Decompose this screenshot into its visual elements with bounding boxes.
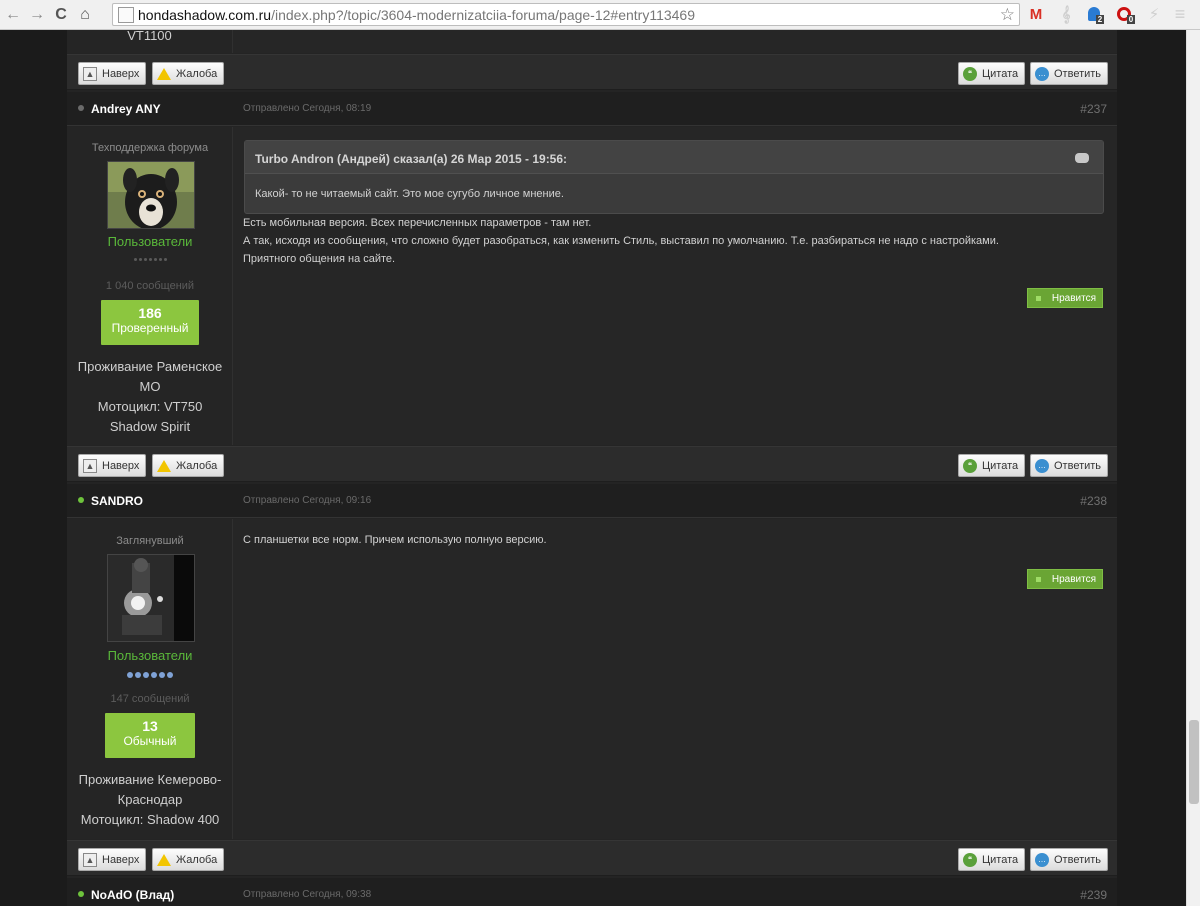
reputation-badge: 13 Обычный xyxy=(105,713,195,758)
online-status-icon xyxy=(78,891,84,897)
top-button[interactable]: ▲ Наверх xyxy=(78,848,147,871)
post-count: 147 сообщений xyxy=(110,693,190,705)
reload-icon[interactable]: C xyxy=(50,4,72,26)
reputation-value: 13 xyxy=(142,718,158,734)
user-title: Заглянувший xyxy=(116,535,184,547)
forward-arrow-icon[interactable]: → xyxy=(26,4,48,26)
post-actions-bar: ▲ Наверх Жалоба ❝ Цитата … Ответить xyxy=(67,446,1117,482)
scrollbar-thumb[interactable] xyxy=(1189,720,1199,804)
music-icon[interactable]: 𝄞 xyxy=(1056,4,1076,24)
post-date: Отправлено Сегодня, 08:19 xyxy=(243,103,372,114)
user-title: Техподдержка форума xyxy=(91,142,209,154)
reputation-badge: 186 Проверенный xyxy=(101,300,199,345)
quote-block: Turbo Andron (Андрей) сказал(а) 26 Мар 2… xyxy=(244,140,1104,214)
user-info: Проживание Раменское МО Мотоцикл: VT750 … xyxy=(77,359,223,434)
reply-button[interactable]: … Ответить xyxy=(1030,454,1109,477)
reply-button[interactable]: … Ответить xyxy=(1030,62,1109,85)
report-button[interactable]: Жалоба xyxy=(152,848,225,871)
browser-toolbar: ← → C ⌂ hondashadow.com.ru/index.php?/to… xyxy=(0,0,1200,30)
user-group: Пользователи xyxy=(107,234,193,249)
avatar[interactable] xyxy=(107,554,195,642)
prev-post-body xyxy=(233,30,1117,53)
post-author[interactable]: NoAdO (Влад) xyxy=(91,888,174,902)
rank-pips xyxy=(67,258,233,261)
quote-header: Turbo Andron (Андрей) сказал(а) 26 Мар 2… xyxy=(245,141,1103,174)
prev-post-info: VT1100 xyxy=(127,30,172,43)
offline-status-icon xyxy=(78,105,84,111)
address-url: hondashadow.com.ru/index.php?/topic/3604… xyxy=(138,6,695,23)
like-button[interactable]: Нравится xyxy=(1027,288,1103,308)
avatar[interactable] xyxy=(107,161,195,230)
page-icon xyxy=(118,6,134,23)
reputation-label: Обычный xyxy=(123,734,177,748)
forum-page: VT1100 ▲ Наверх Жалоба ❝ Цитата … Ответить … xyxy=(67,30,1117,906)
online-status-icon xyxy=(78,497,84,503)
quote-button[interactable]: ❝ Цитата xyxy=(958,848,1026,871)
speech-bubbles-icon xyxy=(1075,153,1089,163)
ghost-icon[interactable]: 2 xyxy=(1086,4,1106,24)
post-date: Отправлено Сегодня, 09:38 xyxy=(243,889,372,900)
top-button[interactable]: ▲ Наверх xyxy=(78,454,147,477)
address-bar[interactable]: hondashadow.com.ru/index.php?/topic/3604… xyxy=(112,3,1020,26)
reputation-value: 186 xyxy=(138,305,162,321)
chat-bubble-icon: … xyxy=(1035,458,1049,473)
post-date: Отправлено Сегодня, 09:16 xyxy=(243,495,372,506)
post-text: С планшетки все норм. Причем использую п… xyxy=(243,534,547,546)
menu-icon[interactable]: ≡ xyxy=(1170,4,1190,24)
quote-author: Turbo Andron (Андрей) сказал(а) 26 Мар 2… xyxy=(255,152,568,166)
dog-avatar-image xyxy=(108,162,194,230)
post-number[interactable]: #238 xyxy=(1080,494,1107,508)
lightning-icon[interactable]: ⚡ xyxy=(1144,4,1164,24)
chat-bubble-icon: … xyxy=(1035,852,1049,867)
quote-icon: ❝ xyxy=(963,66,977,81)
user-info: Проживание Кемерово- Краснодар Мотоцикл:… xyxy=(78,772,222,827)
user-sidebar: Техподдержка форума Пользователи 1 040 с… xyxy=(67,127,233,445)
user-sidebar: Заглянувший Пользователи 147 сообщений 1… xyxy=(67,519,233,839)
top-button[interactable]: ▲ Наверх xyxy=(78,62,147,85)
report-button[interactable]: Жалоба xyxy=(152,454,225,477)
up-arrow-icon: ▲ xyxy=(83,852,97,867)
quote-text: Какой- то не читаемый сайт. Это мое сугу… xyxy=(255,188,564,200)
warning-icon xyxy=(157,67,171,81)
chat-bubble-icon: … xyxy=(1035,66,1049,81)
reply-button[interactable]: … Ответить xyxy=(1030,848,1109,871)
home-icon[interactable]: ⌂ xyxy=(74,4,96,26)
like-button[interactable]: Нравится xyxy=(1027,569,1103,589)
post-header: NoAdO (Влад) Отправлено Сегодня, 09:38 #… xyxy=(67,878,1117,906)
page-scrollbar[interactable] xyxy=(1186,30,1200,906)
bookmark-star-icon[interactable]: ☆ xyxy=(1000,5,1015,25)
warning-icon xyxy=(157,853,171,867)
quote-icon: ❝ xyxy=(963,852,977,867)
up-arrow-icon: ▲ xyxy=(83,458,97,473)
post-author[interactable]: Andrey ANY xyxy=(91,102,161,116)
back-arrow-icon[interactable]: ← xyxy=(2,4,24,26)
post-number[interactable]: #239 xyxy=(1080,888,1107,902)
post-actions-bar: ▲ Наверх Жалоба ❝ Цитата … Ответить xyxy=(67,54,1117,90)
post-content: Turbo Andron (Андрей) сказал(а) 26 Мар 2… xyxy=(233,127,1117,445)
prev-post-sidebar: VT1100 xyxy=(67,30,233,53)
gmail-icon[interactable]: M xyxy=(1026,4,1046,24)
post-count: 1 040 сообщений xyxy=(105,280,195,292)
user-group: Пользователи xyxy=(107,648,193,663)
post-header: SANDRO Отправлено Сегодня, 09:16 #238 xyxy=(67,484,1117,518)
post-actions-bar: ▲ Наверх Жалоба ❝ Цитата … Ответить xyxy=(67,840,1117,876)
quote-button[interactable]: ❝ Цитата xyxy=(958,62,1026,85)
post-number[interactable]: #237 xyxy=(1080,102,1107,116)
up-arrow-icon: ▲ xyxy=(83,66,97,81)
rank-pips xyxy=(67,672,233,678)
reputation-label: Проверенный xyxy=(111,321,189,335)
motorcycle-avatar-image xyxy=(108,555,194,641)
post-author[interactable]: SANDRO xyxy=(91,494,143,508)
warning-icon xyxy=(157,459,171,473)
post-header: Andrey ANY Отправлено Сегодня, 08:19 #23… xyxy=(67,92,1117,126)
post-text: Есть мобильная версия. Всех перечисленны… xyxy=(243,217,999,265)
opera-icon[interactable]: 0 xyxy=(1116,4,1136,24)
quote-icon: ❝ xyxy=(963,458,977,473)
quote-button[interactable]: ❝ Цитата xyxy=(958,454,1026,477)
report-button[interactable]: Жалоба xyxy=(152,62,225,85)
post-content: С планшетки все норм. Причем использую п… xyxy=(233,519,1117,839)
